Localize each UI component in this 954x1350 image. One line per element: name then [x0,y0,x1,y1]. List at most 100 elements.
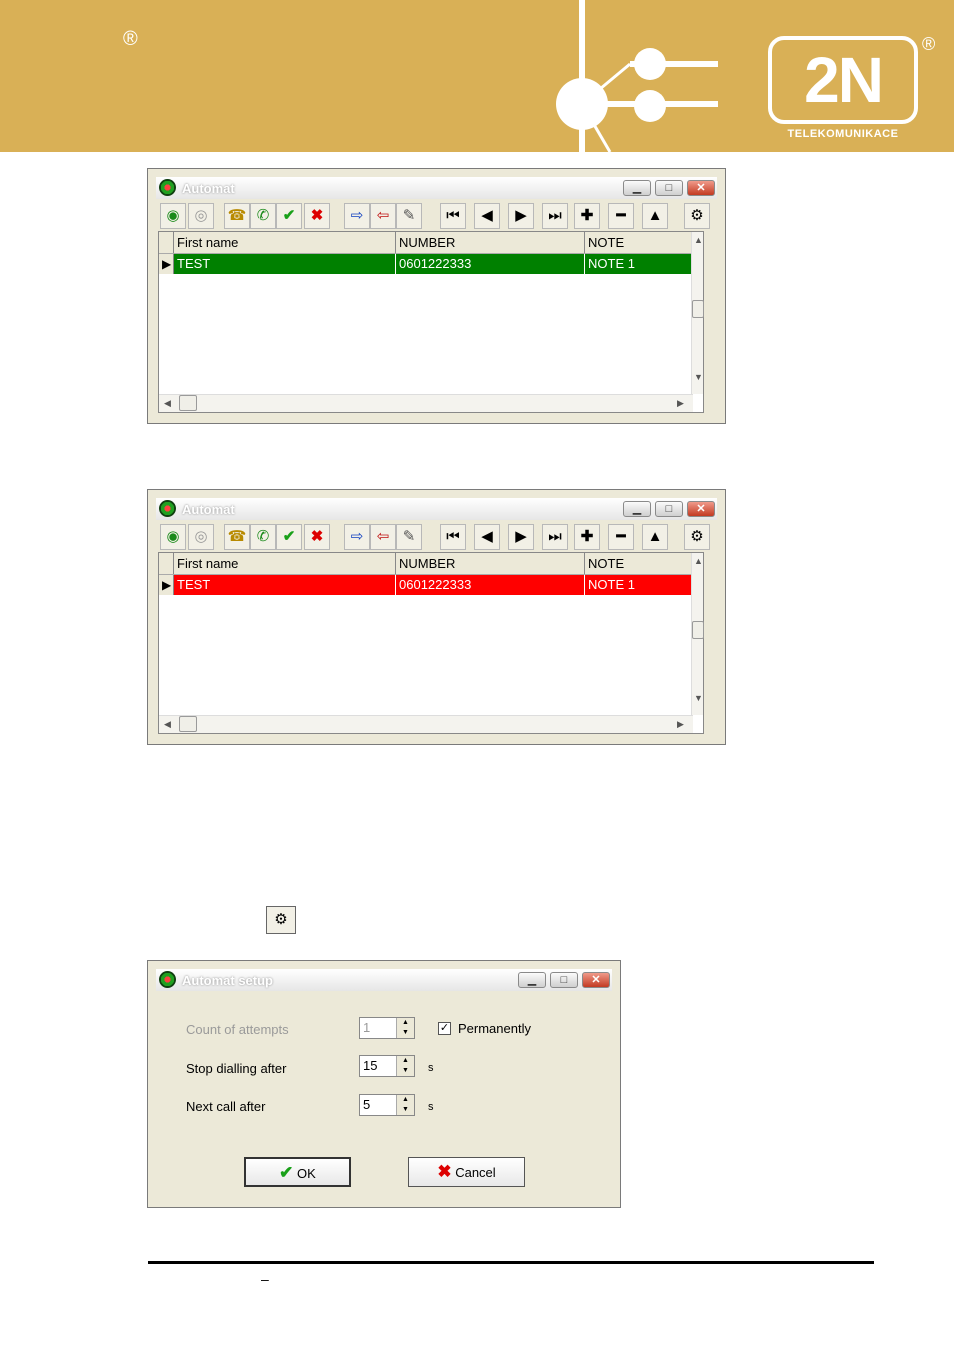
cell-first-name[interactable]: TEST [174,254,396,274]
cancel-button[interactable]: ✖ Cancel [408,1157,525,1187]
cell-number[interactable]: 0601222333 [396,254,585,274]
import-icon[interactable]: ⇦ [370,203,396,229]
edit-record-icon[interactable]: ▲ [642,203,668,229]
maximize-button[interactable]: □ [655,180,683,196]
stop-icon[interactable]: ◎ [188,524,214,550]
row-indicator-icon: ▶ [159,254,174,274]
count-of-attempts-stepper[interactable]: 1 ▲ ▼ [359,1017,415,1039]
scroll-left-icon[interactable]: ◀ [164,398,171,409]
registered-mark: ® [123,28,138,50]
next-call-stepper[interactable]: 5 ▲ ▼ [359,1094,415,1116]
dialog-title: Automat setup [182,973,273,988]
scroll-down-icon[interactable]: ▼ [694,693,703,703]
scroll-thumb[interactable] [179,716,197,732]
spin-arrows-icon[interactable]: ▲ ▼ [396,1018,414,1038]
check-icon[interactable]: ✔ [276,203,302,229]
column-note[interactable]: NOTE [585,232,693,253]
start-icon[interactable]: ◉ [160,203,186,229]
cell-first-name[interactable]: TEST [174,575,396,595]
logo-registered-mark: ® [922,34,936,54]
window-title: Automat [182,502,235,517]
speaker-icon[interactable]: ✎ [396,203,422,229]
close-button[interactable]: ✕ [582,972,610,988]
records-grid[interactable]: First name NUMBER NOTE ▶ TEST 0601222333… [158,552,704,734]
minimize-button[interactable]: ▁ [623,180,651,196]
edit-record-icon[interactable]: ▲ [642,524,668,550]
speaker-icon[interactable]: ✎ [396,524,422,550]
app-icon [159,179,176,196]
horizontal-scrollbar[interactable]: ◀ ▶ [159,394,693,412]
first-record-icon[interactable]: ⏮ [440,524,466,550]
stop-dialling-stepper[interactable]: 15 ▲ ▼ [359,1055,415,1077]
vertical-scrollbar[interactable]: ▲ ▼ [691,553,704,715]
cell-number[interactable]: 0601222333 [396,575,585,595]
scroll-left-icon[interactable]: ◀ [164,719,171,730]
maximize-button[interactable]: □ [550,972,578,988]
handset-icon[interactable]: ✆ [250,203,276,229]
column-first-name[interactable]: First name [174,232,396,253]
phone-icon[interactable]: ☎ [224,203,250,229]
next-record-icon[interactable]: ▶ [508,524,534,550]
minimize-button[interactable]: ▁ [518,972,546,988]
insert-record-icon[interactable]: ✚ [574,203,600,229]
spin-arrows-icon[interactable]: ▲ ▼ [396,1056,414,1076]
close-button[interactable]: ✕ [687,180,715,196]
table-row[interactable]: ▶ TEST 0601222333 NOTE 1 [159,575,693,595]
footer-rule [148,1261,874,1264]
prior-record-icon[interactable]: ◀ [474,203,500,229]
column-first-name[interactable]: First name [174,553,396,574]
export-icon[interactable]: ⇨ [344,203,370,229]
scroll-thumb[interactable] [692,300,704,318]
scroll-thumb[interactable] [692,621,704,639]
toolbar: ◉ ◎ ☎ ✆ ✔ ✖ ⇨ ⇦ ✎ ⏮ ◀ ▶ ⏭ ✚ ━ ▲ ⚙ [158,202,715,230]
cell-note[interactable]: NOTE 1 [585,254,693,274]
horizontal-scrollbar[interactable]: ◀ ▶ [159,715,693,733]
table-row[interactable]: ▶ TEST 0601222333 NOTE 1 [159,254,693,274]
import-icon[interactable]: ⇦ [370,524,396,550]
title-bar[interactable]: Automat ▁ □ ✕ [156,498,717,520]
scroll-thumb[interactable] [179,395,197,411]
cell-note[interactable]: NOTE 1 [585,575,693,595]
scroll-right-icon[interactable]: ▶ [677,719,684,730]
insert-record-icon[interactable]: ✚ [574,524,600,550]
scroll-right-icon[interactable]: ▶ [677,398,684,409]
prior-record-icon[interactable]: ◀ [474,524,500,550]
column-number[interactable]: NUMBER [396,553,585,574]
scroll-up-icon[interactable]: ▲ [694,235,703,245]
indicator-header [159,232,174,253]
last-record-icon[interactable]: ⏭ [542,203,568,229]
export-icon[interactable]: ⇨ [344,524,370,550]
setup-icon[interactable]: ⚙ [684,524,710,550]
last-record-icon[interactable]: ⏭ [542,524,568,550]
handset-icon[interactable]: ✆ [250,524,276,550]
close-button[interactable]: ✕ [687,501,715,517]
next-unit: s [428,1101,434,1113]
start-icon[interactable]: ◉ [160,524,186,550]
cross-icon[interactable]: ✖ [304,203,330,229]
title-bar[interactable]: Automat ▁ □ ✕ [156,177,717,199]
row-indicator-icon: ▶ [159,575,174,595]
vertical-scrollbar[interactable]: ▲ ▼ [691,232,704,394]
delete-record-icon[interactable]: ━ [608,203,634,229]
phone-icon[interactable]: ☎ [224,524,250,550]
spin-arrows-icon[interactable]: ▲ ▼ [396,1095,414,1115]
scroll-down-icon[interactable]: ▼ [694,372,703,382]
first-record-icon[interactable]: ⏮ [440,203,466,229]
column-note[interactable]: NOTE [585,553,693,574]
stop-icon[interactable]: ◎ [188,203,214,229]
automat-window-2: Automat ▁ □ ✕ ◉ ◎ ☎ ✆ ✔ ✖ ⇨ ⇦ ✎ ⏮ ◀ ▶ ⏭ … [147,489,726,745]
setup-icon[interactable]: ⚙ [684,203,710,229]
records-grid[interactable]: First name NUMBER NOTE ▶ TEST 0601222333… [158,231,704,413]
cross-icon[interactable]: ✖ [304,524,330,550]
permanently-checkbox[interactable]: ✓ [438,1022,451,1035]
stop-dialling-label: Stop dialling after [186,1061,287,1076]
column-number[interactable]: NUMBER [396,232,585,253]
check-icon[interactable]: ✔ [276,524,302,550]
delete-record-icon[interactable]: ━ [608,524,634,550]
title-bar[interactable]: Automat setup ▁ □ ✕ [156,969,612,991]
scroll-up-icon[interactable]: ▲ [694,556,703,566]
ok-button[interactable]: ✔ OK [244,1157,351,1187]
next-record-icon[interactable]: ▶ [508,203,534,229]
maximize-button[interactable]: □ [655,501,683,517]
minimize-button[interactable]: ▁ [623,501,651,517]
